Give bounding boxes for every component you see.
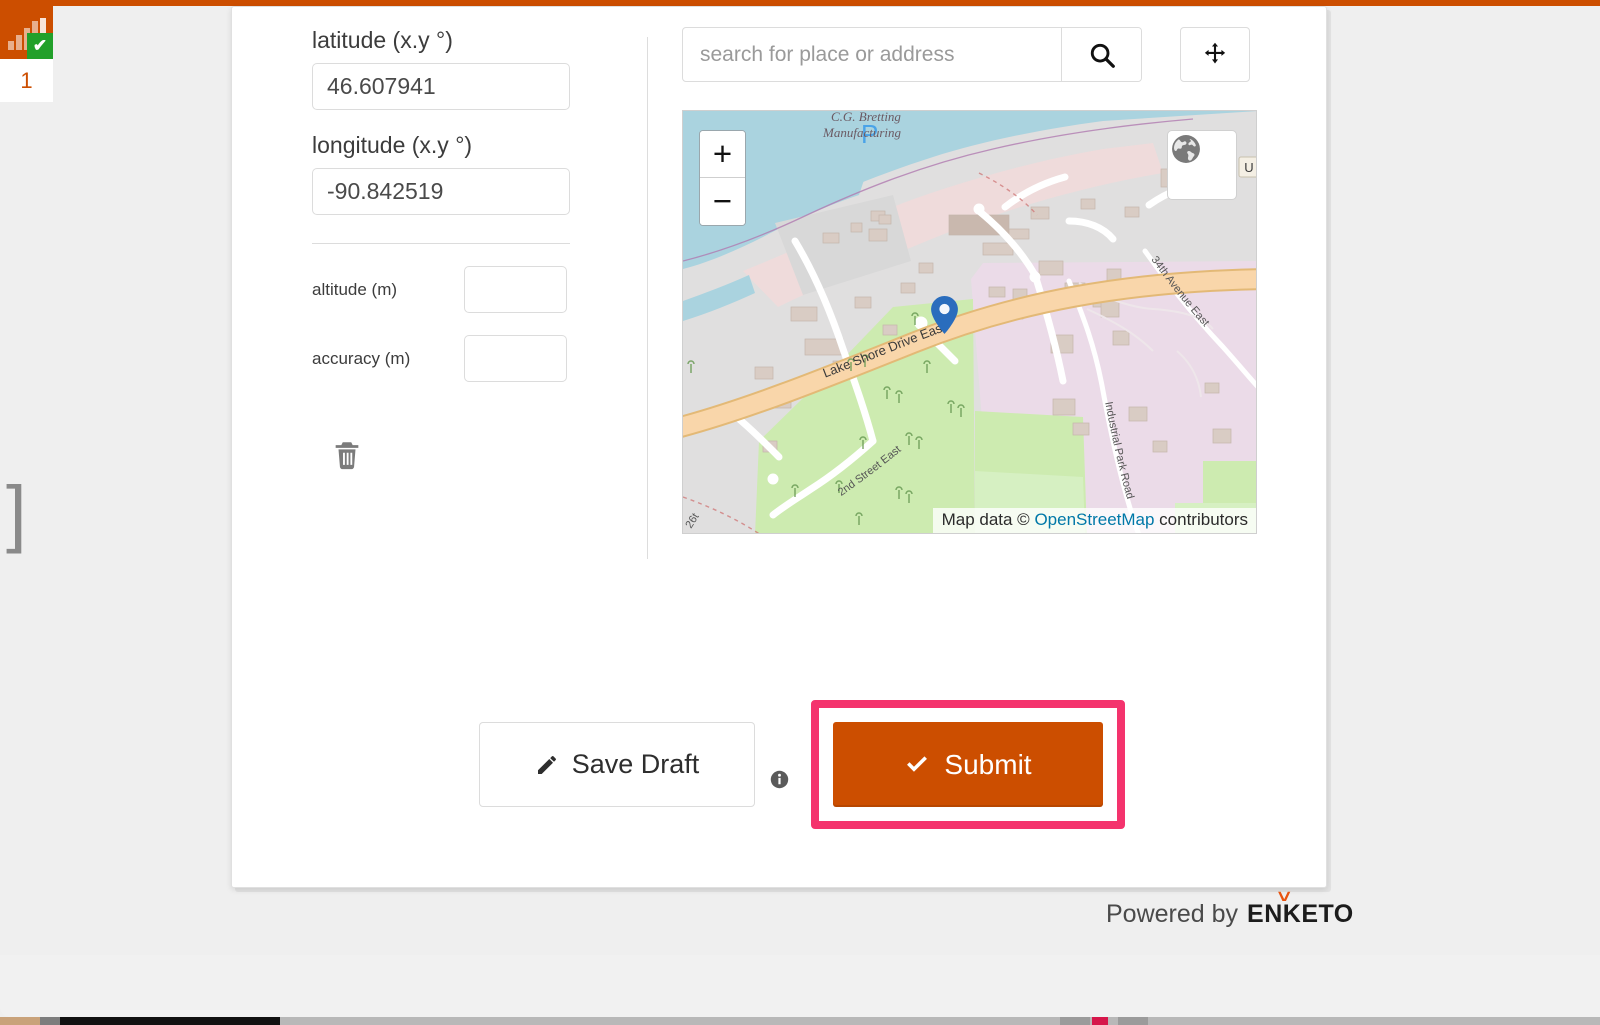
poi-label-line1: C.G. Bretting [831, 111, 901, 124]
record-number: 1 [20, 68, 33, 93]
save-draft-button[interactable]: Save Draft [479, 722, 755, 807]
accuracy-input[interactable] [464, 335, 567, 382]
powered-by: Powered by ˅ ENKETO [1106, 887, 1354, 929]
form-actions: Save Draft Submit [479, 700, 1125, 829]
map-attribution: Map data © OpenStreetMap contributors [932, 508, 1256, 533]
search-icon [1090, 43, 1115, 68]
attribution-suffix: contributors [1154, 510, 1248, 529]
svg-text:U: U [1244, 160, 1253, 175]
info-icon[interactable] [770, 770, 789, 789]
taskbar-item-6[interactable] [1118, 1017, 1148, 1025]
field-divider [312, 243, 570, 244]
submit-highlight-box: Submit [811, 700, 1125, 829]
save-draft-label: Save Draft [571, 749, 700, 779]
check-icon: ✔ [27, 33, 53, 59]
globe-icon [1172, 135, 1200, 163]
map-canvas[interactable]: U P C.G. Bretting Manufacturing Lake Sho… [682, 110, 1257, 534]
accuracy-label: accuracy (m) [312, 348, 411, 368]
accuracy-row: accuracy (m) [312, 335, 629, 382]
openstreetmap-link[interactable]: OpenStreetMap [1034, 510, 1154, 529]
taskbar-item-3[interactable] [60, 1017, 280, 1025]
taskbar-item-1[interactable] [0, 1017, 40, 1025]
pencil-icon [537, 755, 556, 774]
detect-location-button[interactable] [1180, 27, 1250, 82]
page-background-bottom [0, 955, 1600, 1017]
search-box [682, 27, 1142, 82]
form-card: latitude (x.y °) longitude (x.y °) altit… [231, 6, 1327, 888]
geopoint-widget: latitude (x.y °) longitude (x.y °) altit… [312, 27, 1292, 559]
form-progress-badge[interactable]: ✔ 1 [0, 6, 53, 102]
poi-label-line2: Manufacturing [822, 125, 901, 140]
altitude-label: altitude (m) [312, 279, 398, 299]
map-pin-icon[interactable] [931, 296, 958, 334]
submit-label: Submit [944, 748, 1032, 780]
os-taskbar[interactable] [0, 1017, 1600, 1025]
map-column: U P C.G. Bretting Manufacturing Lake Sho… [682, 27, 1292, 559]
map-layers-button[interactable] [1167, 130, 1237, 200]
enketo-tick-icon: ˅ [1277, 887, 1292, 907]
map-zoom-controls: + − [699, 130, 746, 226]
altitude-row: altitude (m) [312, 266, 629, 313]
enketo-logo: ˅ ENKETO [1247, 887, 1354, 929]
column-divider [647, 37, 648, 559]
screen: ✔ 1 ] [ latitude (x.y °) longitude (x.y … [0, 0, 1600, 1025]
taskbar-item-4[interactable] [1060, 1017, 1090, 1025]
highway-shield: U [1238, 156, 1256, 178]
left-drag-handle[interactable]: ] [6, 476, 27, 550]
trash-icon[interactable] [330, 438, 364, 472]
altitude-input[interactable] [464, 266, 567, 313]
search-input[interactable] [683, 28, 1061, 81]
submit-button[interactable]: Submit [833, 722, 1103, 807]
zoom-in-button[interactable]: + [700, 131, 745, 178]
enketo-brand-text: ENKETO [1247, 900, 1354, 928]
attribution-prefix: Map data © [941, 510, 1035, 529]
latitude-label: latitude (x.y °) [312, 27, 453, 53]
search-button[interactable] [1061, 28, 1141, 81]
map-search-row [682, 27, 1292, 82]
taskbar-item-2[interactable] [40, 1017, 60, 1025]
latitude-input[interactable] [312, 63, 570, 110]
crosshairs-icon [1204, 42, 1226, 64]
check-icon [907, 755, 928, 772]
longitude-label: longitude (x.y °) [312, 132, 473, 158]
longitude-input[interactable] [312, 168, 570, 215]
bar-chart-icon: ✔ [0, 6, 53, 59]
zoom-out-button[interactable]: − [700, 178, 745, 225]
taskbar-item-5[interactable] [1092, 1017, 1108, 1025]
coordinate-inputs: latitude (x.y °) longitude (x.y °) altit… [312, 27, 647, 559]
powered-by-text: Powered by [1106, 900, 1239, 928]
